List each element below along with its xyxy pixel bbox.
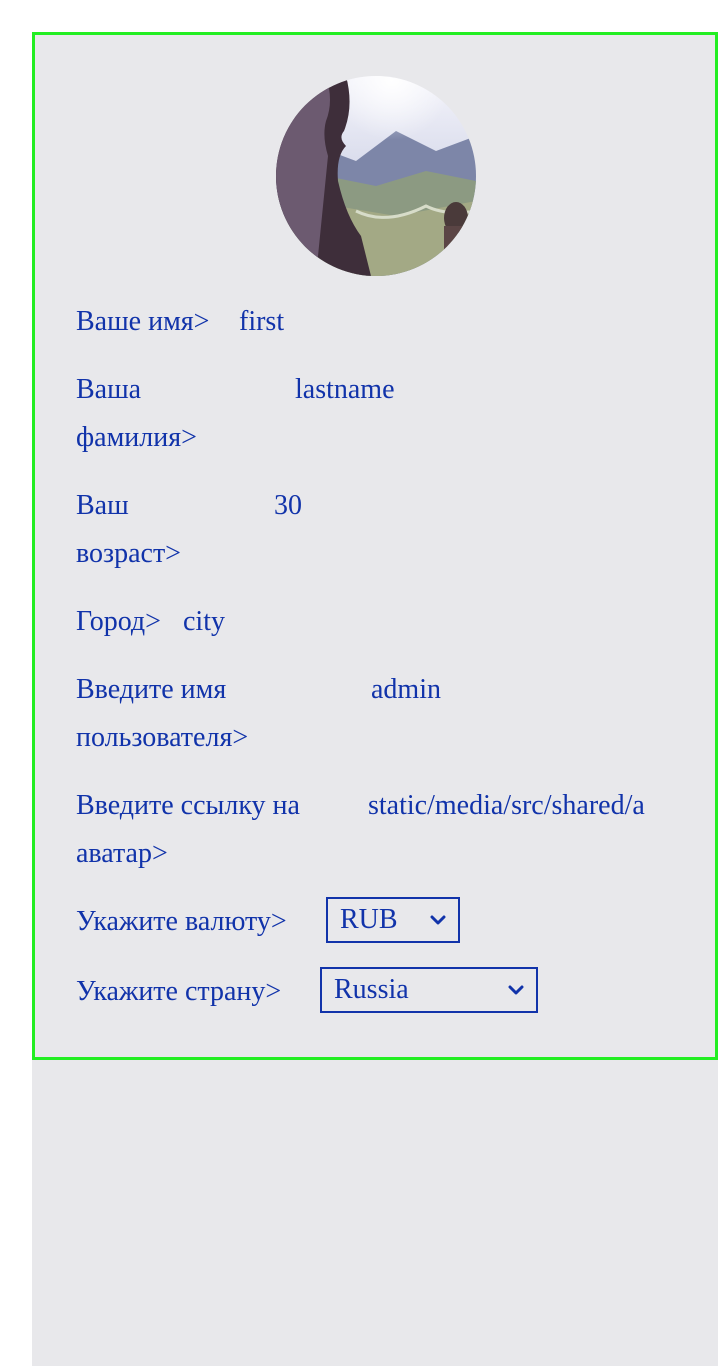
country-selected: Russia [334,974,409,1005]
age-row: Ваш возраст> 30 [76,482,676,578]
username-value[interactable]: admin [371,666,441,714]
city-row: Город> city [76,598,676,646]
city-label: Город> [76,606,161,637]
first-name-label: Ваше имя> [76,306,210,337]
last-name-label: Ваша фамилия> [76,374,197,453]
username-row: Введите имя пользователя> admin [76,666,676,762]
country-row: Укажите страну> Russia [76,967,676,1016]
age-label: Ваш возраст> [76,490,181,569]
country-select[interactable]: Russia [320,967,538,1013]
age-value[interactable]: 30 [274,482,302,530]
first-name-row: Ваше имя> first [76,298,676,346]
currency-selected: RUB [340,904,398,935]
profile-card: Ваше имя> first Ваша фамилия> lastname В… [32,32,718,1060]
last-name-row: Ваша фамилия> lastname [76,366,676,462]
currency-label: Укажите валюту> [76,906,287,937]
city-value[interactable]: city [183,598,225,646]
profile-avatar [276,76,476,276]
first-name-value[interactable]: first [239,298,284,346]
chevron-down-icon [508,969,524,1011]
avatar-url-value[interactable]: static/media/src/shared/a [368,782,674,830]
username-label: Введите имя пользователя> [76,674,249,753]
currency-row: Укажите валюту> RUB [76,897,676,946]
avatar-url-label: Введите ссылку на аватар> [76,790,300,869]
last-name-value[interactable]: lastname [295,366,395,414]
chevron-down-icon [430,899,446,941]
currency-select[interactable]: RUB [326,897,460,943]
profile-photo [276,76,476,276]
country-label: Укажите страну> [76,976,282,1007]
avatar-url-row: Введите ссылку на аватар> static/media/s… [76,782,674,878]
